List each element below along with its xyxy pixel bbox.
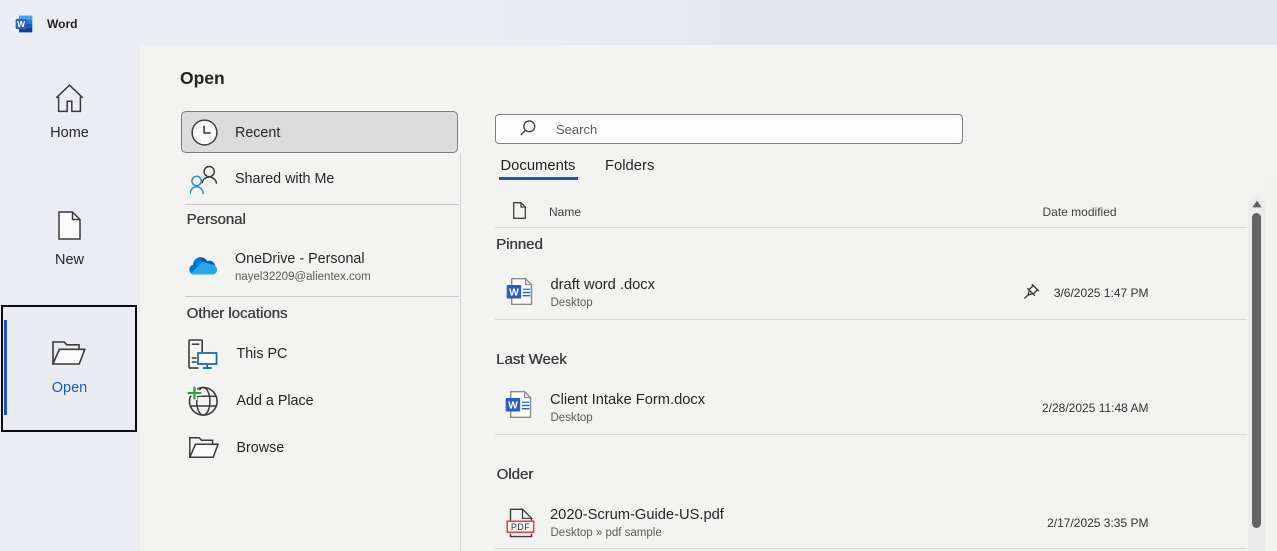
svg-text:W: W [17, 19, 26, 29]
svg-text:PDF: PDF [511, 522, 530, 532]
svg-text:W: W [508, 401, 518, 412]
svg-text:W: W [509, 288, 519, 299]
